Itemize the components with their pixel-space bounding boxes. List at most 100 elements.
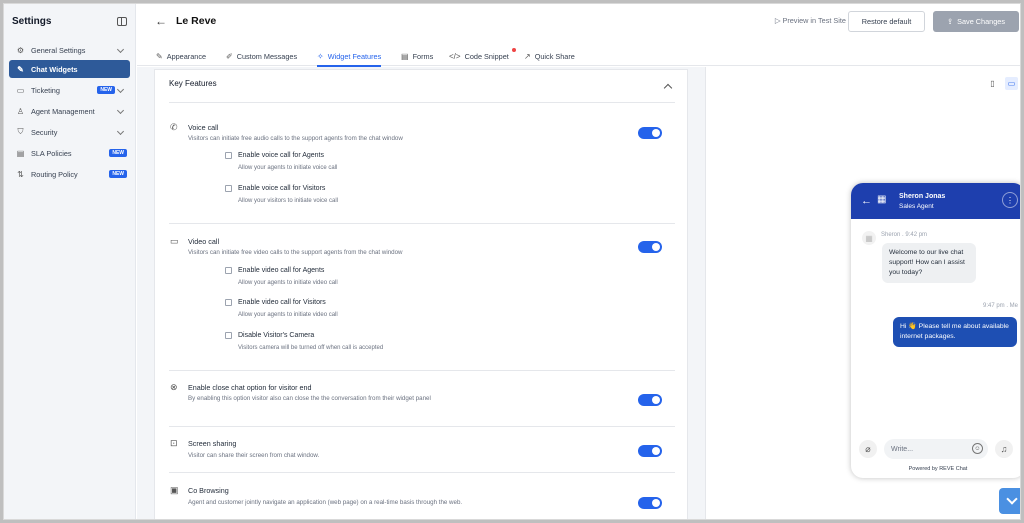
voice-agents-desc: Allow your agents to initiate voice call [238,165,338,171]
chat-input-bar: ⌀ Write... ☺ ♫ [851,434,1020,464]
screen-sharing-toggle[interactable] [638,445,662,457]
restore-default-button[interactable]: Restore default [848,11,925,32]
voice-call-title: Voice call [188,123,219,132]
sidebar-item-label: General Settings [31,45,86,55]
chevron-down-icon [116,85,125,93]
tab-label: Quick Share [534,52,575,61]
sidebar-item-label: SLA Policies [31,148,72,158]
video-agents-title: Enable video call for Agents [238,267,325,274]
widget-launcher-button[interactable] [999,488,1020,514]
video-visitors-checkbox[interactable] [225,299,232,306]
sidebar-item-label: Ticketing [31,85,60,95]
sidebar: Settings ⚙ General Settings ✎ Chat Widge… [4,4,136,519]
video-call-toggle[interactable] [638,241,662,253]
tab-appearance[interactable]: ✎ Appearance [156,49,206,64]
more-vertical-icon[interactable]: ⋮ [1002,192,1018,208]
agent-name: Sheron Jonas [899,192,946,200]
visitor-message-bubble: Hi 👋 Please tell me about available inte… [893,317,1017,347]
browser-icon: ▣ [170,485,179,495]
microphone-icon[interactable]: ♫ [995,440,1013,458]
preview-in-test-site-link[interactable]: ▷ Preview in Test Site [775,16,846,25]
tab-forms[interactable]: ▤ Forms [401,49,433,64]
tab-bar: ✎ Appearance ✐ Custom Messages ✧ Widget Fea… [137,44,1020,67]
agent-role: Sales Agent [899,202,934,210]
agent-message-bubble: Welcome to our live chat support! How ca… [882,243,976,283]
sidebar-item-ticketing[interactable]: ▭ Ticketing NEW [9,81,130,99]
powered-by-text: Powered by REVE Chat [851,466,1020,472]
form-icon: ▤ [401,52,409,61]
mobile-icon[interactable]: ▯ [986,77,999,90]
device-switcher: ▯ ▭ [986,77,1018,90]
attachment-icon[interactable]: ⌀ [859,440,877,458]
chat-messages: ▦ Sheron . 9:42 pm Welcome to our live c… [851,219,1020,445]
new-badge: NEW [109,170,127,178]
tab-label: Forms [412,52,434,61]
route-icon: ⇅ [17,169,24,179]
close-chat-toggle[interactable] [638,394,662,406]
disable-camera-title: Disable Visitor's Camera [238,332,315,339]
close-chat-title: Enable close chat option for visitor end [188,383,312,392]
co-browsing-desc: Agent and customer jointly navigate an a… [188,499,463,506]
video-agents-checkbox[interactable] [225,267,232,274]
co-browsing-title: Co Browsing [188,486,229,495]
voice-visitors-checkbox[interactable] [225,185,232,192]
app-window: Settings ⚙ General Settings ✎ Chat Widge… [3,3,1021,520]
back-arrow-icon[interactable]: ← [155,14,167,28]
video-call-desc: Visitors can initiate free video calls t… [188,249,403,256]
voice-call-toggle[interactable] [638,127,662,139]
screen-sharing-title: Screen sharing [188,439,237,448]
save-changes-button[interactable]: ⇪ Save Changes [933,11,1019,32]
video-call-title: Video call [188,237,220,246]
voice-agents-checkbox[interactable] [225,152,232,159]
voice-visitors-desc: Allow your visitors to initiate voice ca… [238,198,339,204]
user-icon: ♙ [16,106,25,116]
code-icon: </> [449,52,461,61]
chat-message-input[interactable]: Write... ☺ [884,439,988,459]
video-visitors-title: Enable video call for Visitors [238,299,326,306]
new-badge: NEW [97,86,115,94]
back-arrow-icon[interactable]: ← [861,195,872,207]
desktop-icon[interactable]: ▭ [1005,77,1018,90]
tab-quick-share[interactable]: ↗ Quick Share [524,49,575,64]
sidebar-title: Settings [12,15,52,27]
divider [169,102,675,103]
sidebar-item-label: Agent Management [31,106,95,116]
co-browsing-toggle[interactable] [638,497,662,509]
sidebar-item-chat-widgets[interactable]: ✎ Chat Widgets [9,60,130,78]
tab-code-snippet[interactable]: </> Code Snippet [449,49,509,64]
tools-icon: ✎ [17,64,24,74]
chat-widget-header: ← ▦ Sheron Jonas Sales Agent ⋮ [851,183,1020,219]
ticket-icon: ▭ [16,85,25,95]
chevron-up-icon[interactable] [663,83,673,93]
shield-icon: ⛉ [17,127,24,136]
key-features-title: Key Features [169,79,217,88]
divider [169,472,675,473]
page-title: Le Reve [176,15,217,27]
emoji-icon[interactable]: ☺ [972,443,983,454]
voice-agents-title: Enable voice call for Agents [238,152,324,159]
sidebar-item-general-settings[interactable]: ⚙ General Settings [9,41,130,59]
voice-call-desc: Visitors can initiate free audio calls t… [188,135,403,142]
tab-custom-messages[interactable]: ✐ Custom Messages [226,49,297,64]
sidebar-item-agent-management[interactable]: ♙ Agent Management [9,102,130,120]
message-meta: Sheron . 9:42 pm [881,232,928,238]
disable-camera-desc: Visitors camera will be turned off when … [238,345,384,351]
phone-icon: ✆ [170,122,178,132]
divider [169,426,675,427]
video-icon: ▭ [170,236,179,246]
screen-sharing-desc: Visitor can share their screen from chat… [188,452,320,459]
settings-content: Key Features ✆ Voice call Visitors can i… [137,67,705,519]
sidebar-collapse-icon[interactable] [117,16,127,26]
edit-icon: ✐ [226,52,233,61]
close-circle-icon: ⊗ [170,382,178,392]
tab-label: Appearance [166,52,207,61]
video-agents-desc: Allow your agents to initiate video call [238,280,338,286]
video-visitors-desc: Allow your agents to initiate video call [238,312,338,318]
preview-label: Preview in Test Site [782,16,846,25]
sidebar-item-security[interactable]: ⛉ Security [9,123,130,141]
tab-widget-features[interactable]: ✧ Widget Features [317,49,382,67]
sidebar-item-sla-policies[interactable]: ▤ SLA Policies NEW [9,144,130,162]
sidebar-item-routing-policy[interactable]: ⇅ Routing Policy NEW [9,165,130,183]
disable-camera-checkbox[interactable] [225,332,232,339]
sidebar-header: Settings [4,4,135,38]
